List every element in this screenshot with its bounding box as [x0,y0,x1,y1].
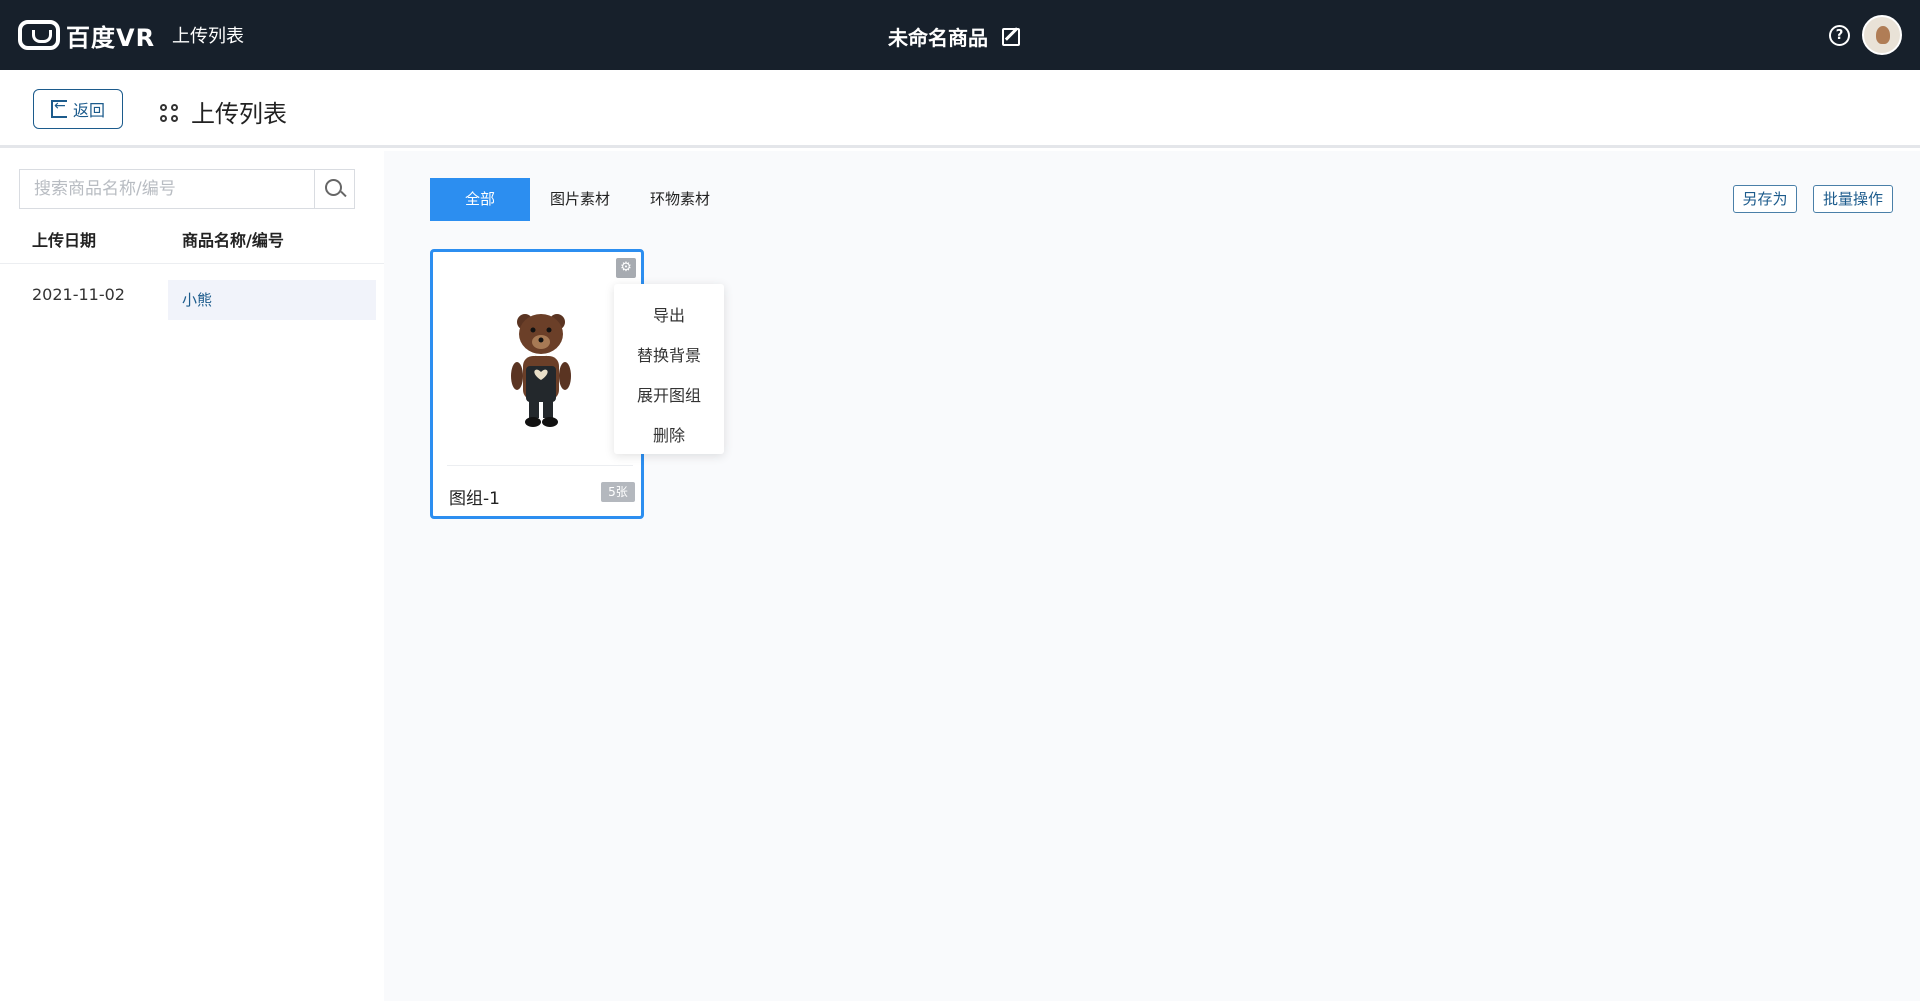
search-input[interactable] [20,170,314,208]
search-box [19,169,355,209]
section-title: 上传列表 [172,26,244,47]
back-arrow-icon [50,98,67,118]
top-bar: 百度VR 上传列表 未命名商品 ? [0,0,1920,70]
search-icon[interactable] [314,170,354,208]
card-divider [447,465,633,466]
page-title: 上传列表 [191,100,287,128]
teddy-bear-image [511,314,571,427]
menu-item-delete[interactable]: 删除 [614,416,724,456]
batch-operation-button[interactable]: 批量操作 [1813,185,1893,213]
product-title: 未命名商品 [888,22,1020,51]
menu-item-export[interactable]: 导出 [614,296,724,336]
tab-image-material[interactable]: 图片素材 [530,178,630,221]
column-header-name[interactable]: 商品名称/编号 [182,227,284,251]
save-as-button[interactable]: 另存为 [1733,185,1797,213]
card-context-menu: 导出 替换背景 展开图组 删除 [614,284,724,454]
back-button-label: 返回 [72,101,105,120]
upload-list-panel: 上传日期 商品名称/编号 2021-11-02 小熊 [0,151,384,1001]
row-upload-date: 2021-11-02 [32,285,125,304]
image-group-card[interactable]: ⚙ 图组-1 5张 [430,249,644,519]
product-title-text: 未命名商品 [888,26,988,50]
image-count-badge: 5张 [601,482,635,502]
tab-all[interactable]: 全部 [430,178,530,221]
material-area: 全部 图片素材 环物素材 另存为 批量操作 ⚙ 图组-1 5张 导出 替换背景 … [384,151,1920,1001]
row-product-name[interactable]: 小熊 [168,280,376,320]
logo-text: 百度VR [66,23,156,52]
avatar[interactable] [1862,15,1902,55]
column-header-date[interactable]: 上传日期 [32,227,96,251]
sub-header: 返回 上传列表 [0,70,1920,148]
back-button[interactable]: 返回 [33,89,123,129]
menu-item-expand-group[interactable]: 展开图组 [614,376,724,416]
header-divider [0,263,384,264]
gear-icon[interactable]: ⚙ [616,258,636,278]
tab-360-material[interactable]: 环物素材 [630,178,730,221]
edit-icon[interactable] [1002,27,1020,46]
card-label: 图组-1 [449,489,500,509]
vr-logo-icon [18,20,60,50]
baidu-vr-logo[interactable]: 百度VR [18,18,155,52]
grid-icon [160,104,178,122]
help-icon[interactable]: ? [1829,25,1850,46]
menu-item-replace-background[interactable]: 替换背景 [614,336,724,376]
